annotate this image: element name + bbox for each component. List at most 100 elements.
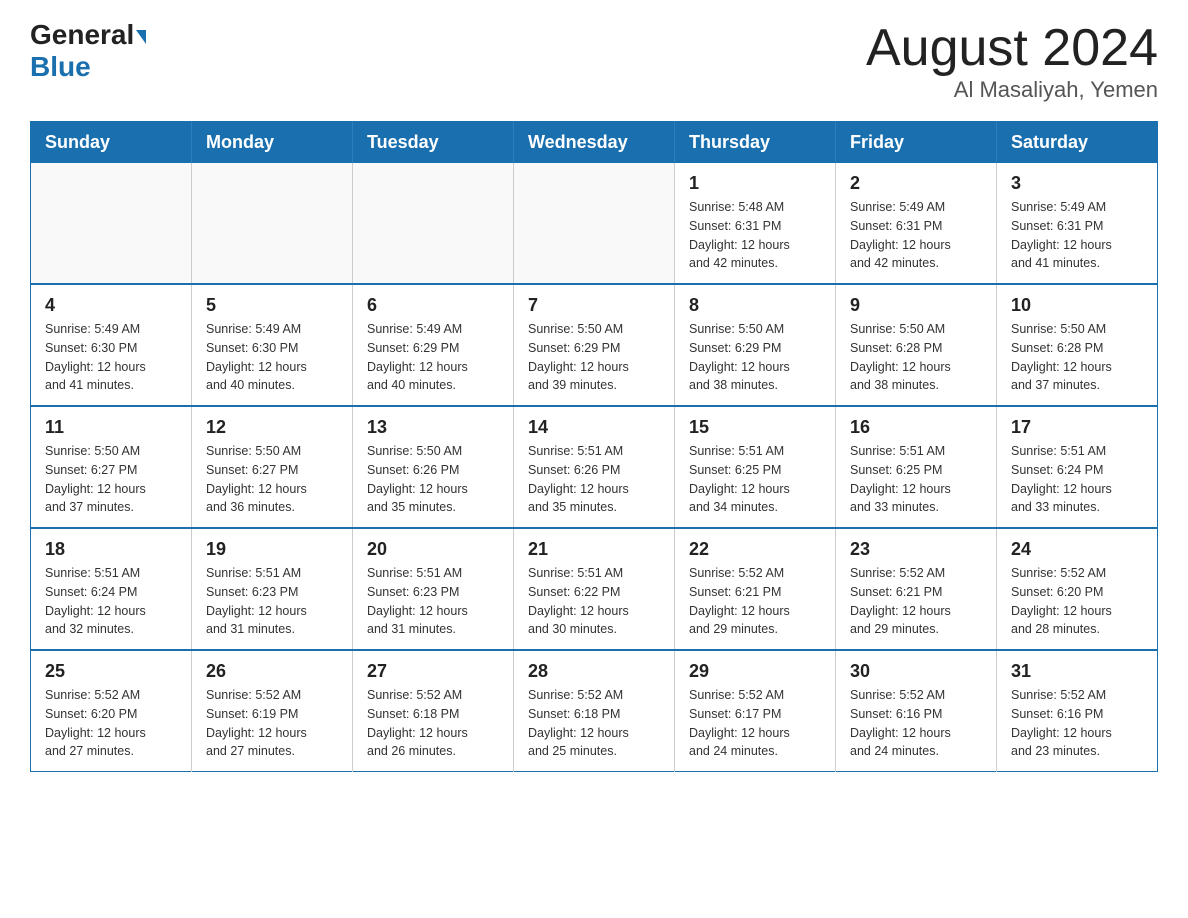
calendar-cell: 21 Sunrise: 5:51 AMSunset: 6:22 PMDayligh…: [514, 528, 675, 650]
day-number: 27: [367, 661, 499, 682]
weekday-header-thursday: Thursday: [675, 122, 836, 164]
day-info: Sunrise: 5:52 AMSunset: 6:21 PMDaylight:…: [689, 564, 821, 639]
day-number: 15: [689, 417, 821, 438]
calendar-cell: 9 Sunrise: 5:50 AMSunset: 6:28 PMDaylight…: [836, 284, 997, 406]
calendar-cell: 17 Sunrise: 5:51 AMSunset: 6:24 PMDayligh…: [997, 406, 1158, 528]
day-info: Sunrise: 5:50 AMSunset: 6:27 PMDaylight:…: [45, 442, 177, 517]
logo-area: General Blue: [30, 20, 146, 83]
day-number: 18: [45, 539, 177, 560]
day-number: 14: [528, 417, 660, 438]
calendar-cell: 18 Sunrise: 5:51 AMSunset: 6:24 PMDayligh…: [31, 528, 192, 650]
day-info: Sunrise: 5:49 AMSunset: 6:29 PMDaylight:…: [367, 320, 499, 395]
calendar-cell: 13Sunrise: 5:50 AMSunset: 6:26 PMDayligh…: [353, 406, 514, 528]
calendar-cell: [353, 163, 514, 284]
day-number: 19: [206, 539, 338, 560]
day-number: 31: [1011, 661, 1143, 682]
day-info: Sunrise: 5:52 AMSunset: 6:16 PMDaylight:…: [1011, 686, 1143, 761]
weekday-header-tuesday: Tuesday: [353, 122, 514, 164]
week-row-5: 25 Sunrise: 5:52 AMSunset: 6:20 PMDayligh…: [31, 650, 1158, 772]
day-info: Sunrise: 5:52 AMSunset: 6:20 PMDaylight:…: [45, 686, 177, 761]
calendar-cell: 16 Sunrise: 5:51 AMSunset: 6:25 PMDayligh…: [836, 406, 997, 528]
day-number: 9: [850, 295, 982, 316]
day-info: Sunrise: 5:51 AMSunset: 6:22 PMDaylight:…: [528, 564, 660, 639]
day-number: 5: [206, 295, 338, 316]
calendar-cell: 7Sunrise: 5:50 AMSunset: 6:29 PMDaylight…: [514, 284, 675, 406]
day-number: 16: [850, 417, 982, 438]
day-info: Sunrise: 5:50 AMSunset: 6:27 PMDaylight:…: [206, 442, 338, 517]
day-info: Sunrise: 5:52 AMSunset: 6:21 PMDaylight:…: [850, 564, 982, 639]
calendar-cell: 6 Sunrise: 5:49 AMSunset: 6:29 PMDaylight…: [353, 284, 514, 406]
day-info: Sunrise: 5:49 AMSunset: 6:31 PMDaylight:…: [1011, 198, 1143, 273]
day-info: Sunrise: 5:50 AMSunset: 6:28 PMDaylight:…: [1011, 320, 1143, 395]
logo: General: [30, 20, 146, 51]
day-info: Sunrise: 5:50 AMSunset: 6:28 PMDaylight:…: [850, 320, 982, 395]
logo-blue-text: Blue: [30, 51, 91, 82]
calendar-cell: 5Sunrise: 5:49 AMSunset: 6:30 PMDaylight…: [192, 284, 353, 406]
day-info: Sunrise: 5:51 AMSunset: 6:25 PMDaylight:…: [689, 442, 821, 517]
weekday-header-monday: Monday: [192, 122, 353, 164]
week-row-3: 11Sunrise: 5:50 AMSunset: 6:27 PMDayligh…: [31, 406, 1158, 528]
day-info: Sunrise: 5:50 AMSunset: 6:29 PMDaylight:…: [689, 320, 821, 395]
calendar-cell: 31 Sunrise: 5:52 AMSunset: 6:16 PMDayligh…: [997, 650, 1158, 772]
day-info: Sunrise: 5:52 AMSunset: 6:17 PMDaylight:…: [689, 686, 821, 761]
week-row-2: 4 Sunrise: 5:49 AMSunset: 6:30 PMDaylight…: [31, 284, 1158, 406]
day-info: Sunrise: 5:51 AMSunset: 6:26 PMDaylight:…: [528, 442, 660, 517]
calendar-cell: 12 Sunrise: 5:50 AMSunset: 6:27 PMDayligh…: [192, 406, 353, 528]
calendar-cell: 11Sunrise: 5:50 AMSunset: 6:27 PMDayligh…: [31, 406, 192, 528]
day-number: 12: [206, 417, 338, 438]
day-number: 25: [45, 661, 177, 682]
logo-text: General: [30, 20, 146, 51]
day-number: 29: [689, 661, 821, 682]
day-number: 6: [367, 295, 499, 316]
page-header: General Blue August 2024 Al Masaliyah, Y…: [30, 20, 1158, 103]
calendar-cell: 3 Sunrise: 5:49 AMSunset: 6:31 PMDaylight…: [997, 163, 1158, 284]
day-info: Sunrise: 5:51 AMSunset: 6:25 PMDaylight:…: [850, 442, 982, 517]
calendar-cell: 26Sunrise: 5:52 AMSunset: 6:19 PMDayligh…: [192, 650, 353, 772]
weekday-header-saturday: Saturday: [997, 122, 1158, 164]
title-area: August 2024 Al Masaliyah, Yemen: [866, 20, 1158, 103]
calendar-cell: 20Sunrise: 5:51 AMSunset: 6:23 PMDayligh…: [353, 528, 514, 650]
calendar-cell: 14 Sunrise: 5:51 AMSunset: 6:26 PMDayligh…: [514, 406, 675, 528]
calendar-cell: 4 Sunrise: 5:49 AMSunset: 6:30 PMDaylight…: [31, 284, 192, 406]
weekday-header-wednesday: Wednesday: [514, 122, 675, 164]
day-number: 3: [1011, 173, 1143, 194]
day-number: 2: [850, 173, 982, 194]
logo-general: General: [30, 19, 134, 50]
day-number: 17: [1011, 417, 1143, 438]
calendar-subtitle: Al Masaliyah, Yemen: [866, 77, 1158, 103]
calendar-cell: 30 Sunrise: 5:52 AMSunset: 6:16 PMDayligh…: [836, 650, 997, 772]
calendar-cell: 1Sunrise: 5:48 AMSunset: 6:31 PMDaylight…: [675, 163, 836, 284]
calendar-table: SundayMondayTuesdayWednesdayThursdayFrid…: [30, 121, 1158, 772]
calendar-cell: 24 Sunrise: 5:52 AMSunset: 6:20 PMDayligh…: [997, 528, 1158, 650]
day-info: Sunrise: 5:51 AMSunset: 6:24 PMDaylight:…: [1011, 442, 1143, 517]
day-number: 13: [367, 417, 499, 438]
calendar-cell: 27 Sunrise: 5:52 AMSunset: 6:18 PMDayligh…: [353, 650, 514, 772]
day-number: 4: [45, 295, 177, 316]
day-info: Sunrise: 5:52 AMSunset: 6:16 PMDaylight:…: [850, 686, 982, 761]
day-info: Sunrise: 5:52 AMSunset: 6:20 PMDaylight:…: [1011, 564, 1143, 639]
day-info: Sunrise: 5:51 AMSunset: 6:24 PMDaylight:…: [45, 564, 177, 639]
day-info: Sunrise: 5:51 AMSunset: 6:23 PMDaylight:…: [206, 564, 338, 639]
day-number: 7: [528, 295, 660, 316]
calendar-cell: 25 Sunrise: 5:52 AMSunset: 6:20 PMDayligh…: [31, 650, 192, 772]
day-number: 24: [1011, 539, 1143, 560]
day-info: Sunrise: 5:49 AMSunset: 6:30 PMDaylight:…: [45, 320, 177, 395]
day-info: Sunrise: 5:52 AMSunset: 6:18 PMDaylight:…: [367, 686, 499, 761]
calendar-cell: 19 Sunrise: 5:51 AMSunset: 6:23 PMDayligh…: [192, 528, 353, 650]
calendar-cell: 2Sunrise: 5:49 AMSunset: 6:31 PMDaylight…: [836, 163, 997, 284]
day-number: 8: [689, 295, 821, 316]
day-info: Sunrise: 5:52 AMSunset: 6:18 PMDaylight:…: [528, 686, 660, 761]
day-number: 23: [850, 539, 982, 560]
weekday-header-row: SundayMondayTuesdayWednesdayThursdayFrid…: [31, 122, 1158, 164]
week-row-4: 18 Sunrise: 5:51 AMSunset: 6:24 PMDayligh…: [31, 528, 1158, 650]
day-number: 21: [528, 539, 660, 560]
weekday-header-friday: Friday: [836, 122, 997, 164]
day-info: Sunrise: 5:52 AMSunset: 6:19 PMDaylight:…: [206, 686, 338, 761]
calendar-cell: 8 Sunrise: 5:50 AMSunset: 6:29 PMDaylight…: [675, 284, 836, 406]
week-row-1: 1Sunrise: 5:48 AMSunset: 6:31 PMDaylight…: [31, 163, 1158, 284]
day-number: 30: [850, 661, 982, 682]
day-number: 20: [367, 539, 499, 560]
calendar-cell: 23 Sunrise: 5:52 AMSunset: 6:21 PMDayligh…: [836, 528, 997, 650]
logo-blue-line: Blue: [30, 51, 91, 83]
day-number: 1: [689, 173, 821, 194]
